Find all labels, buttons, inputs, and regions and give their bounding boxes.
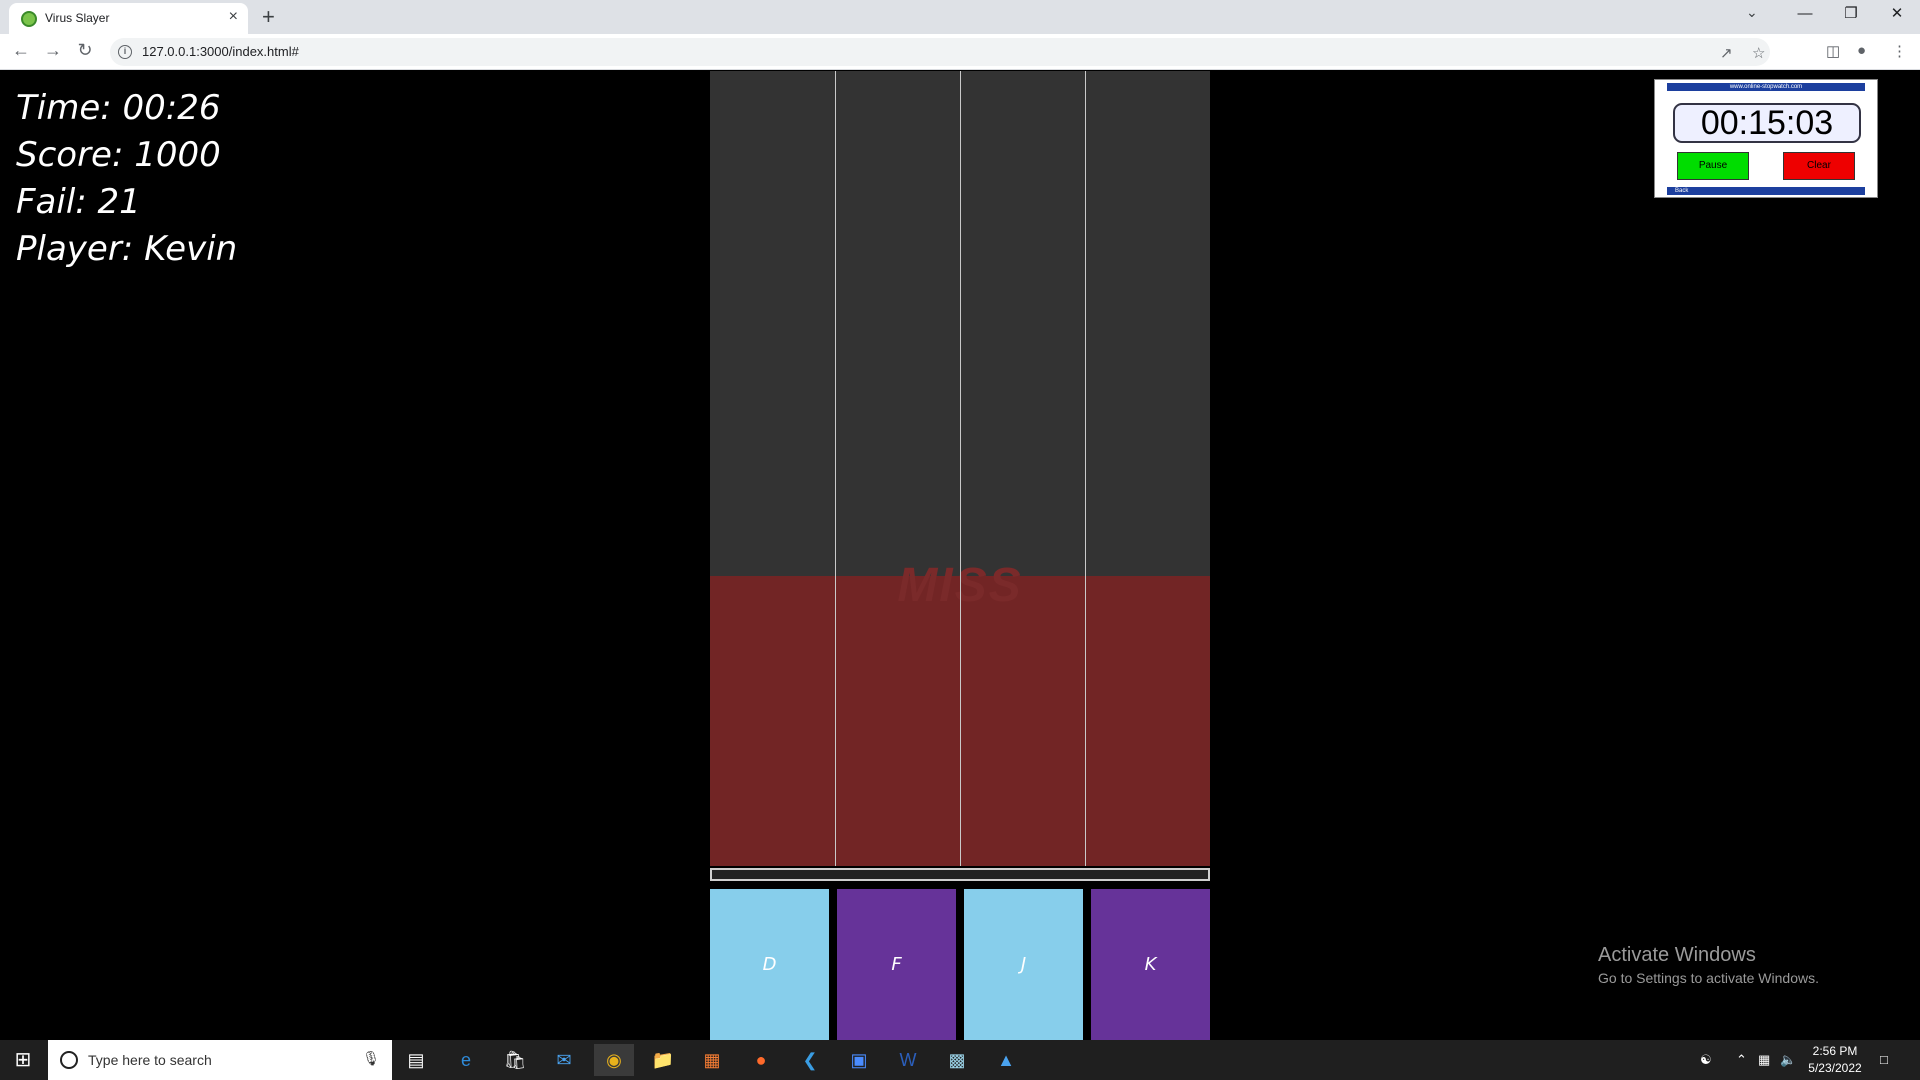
rhythm-playfield[interactable]: MISS D F J K <box>710 71 1210 1040</box>
edge-browser-icon[interactable]: e <box>446 1044 486 1076</box>
profile-avatar-icon[interactable]: ● <box>1857 42 1866 59</box>
stopwatch-clear-button[interactable]: Clear <box>1783 152 1855 180</box>
file-explorer-icon[interactable]: 📁 <box>643 1044 683 1076</box>
stopwatch-display: 00:15:03 <box>1673 103 1861 143</box>
tab-title: Virus Slayer <box>45 11 110 25</box>
lane-key-j[interactable]: J <box>964 889 1083 1040</box>
postman-icon[interactable]: ● <box>741 1044 781 1076</box>
tab-search-chevron-icon[interactable]: ⌄ <box>1746 4 1758 21</box>
windows-taskbar: ⊞ Type here to search 🎙 ▤ e 🛍 ✉ ◉ 📁 ▦ ● … <box>0 1040 1920 1080</box>
windows-start-icon[interactable]: ⊞ <box>0 1040 46 1080</box>
game-page: Time: 00:26 Score: 1000 Fail: 21 Player:… <box>0 71 1920 1040</box>
browser-toolbar: ← → ↻ i 127.0.0.1:3000/index.html# ☆ ↗ ◫… <box>0 34 1920 70</box>
tray-chevron-icon[interactable]: ⌃ <box>1736 1052 1747 1068</box>
cortana-circle-icon <box>60 1051 78 1069</box>
stopwatch-site-banner: www.online-stopwatch.com <box>1667 83 1865 91</box>
taskbar-clock[interactable]: 2:56 PM 5/23/2022 <box>1800 1043 1870 1077</box>
vscode-icon[interactable]: ❮ <box>790 1044 830 1076</box>
hud-panel: Time: 00:26 Score: 1000 Fail: 21 Player:… <box>16 85 237 273</box>
back-arrow-icon[interactable]: ← <box>9 40 33 61</box>
virus-favicon-icon <box>21 11 37 27</box>
taskbar-search-box[interactable]: Type here to search 🎙 <box>48 1040 392 1080</box>
people-icon[interactable]: ☯ <box>1700 1052 1712 1068</box>
microphone-icon[interactable]: 🎙 <box>362 1050 380 1067</box>
notifications-icon[interactable]: □ <box>1880 1052 1888 1067</box>
restore-button[interactable]: ❐ <box>1828 0 1874 30</box>
side-panel-icon[interactable]: ◫ <box>1826 42 1840 60</box>
network-icon[interactable]: ▦ <box>1758 1052 1770 1068</box>
menu-kebab-icon[interactable]: ⋮ <box>1892 42 1907 60</box>
notes-icon[interactable]: ▩ <box>937 1044 977 1076</box>
tab-virus-slayer[interactable]: Virus Slayer × <box>9 3 248 34</box>
clock-time: 2:56 PM <box>1812 1044 1858 1058</box>
task-view-icon[interactable]: ▤ <box>396 1044 436 1076</box>
url-text[interactable]: 127.0.0.1:3000/index.html# <box>142 44 299 59</box>
chrome-icon[interactable]: ◉ <box>594 1044 634 1076</box>
forward-arrow-icon[interactable]: → <box>41 40 65 61</box>
hit-line <box>710 868 1210 881</box>
score-readout: Score: 1000 <box>16 135 221 175</box>
stopwatch-pause-button[interactable]: Pause <box>1677 152 1749 180</box>
fail-readout: Fail: 21 <box>16 182 141 222</box>
new-tab-button[interactable]: + <box>262 4 275 30</box>
zoom-icon[interactable]: ▣ <box>839 1044 879 1076</box>
store-icon[interactable]: 🛍 <box>495 1044 535 1076</box>
photos-icon[interactable]: ▲ <box>986 1044 1026 1076</box>
lane-divider <box>835 71 836 866</box>
xampp-icon[interactable]: ▦ <box>692 1044 732 1076</box>
search-placeholder: Type here to search <box>88 1052 212 1068</box>
reload-icon[interactable]: ↻ <box>73 40 97 61</box>
lane-key-k[interactable]: K <box>1091 889 1210 1040</box>
activate-windows-watermark: Activate Windows Go to Settings to activ… <box>1598 944 1819 986</box>
lane-key-f[interactable]: F <box>837 889 956 1040</box>
tab-close-icon[interactable]: × <box>229 8 238 26</box>
site-info-icon[interactable]: i <box>118 45 132 59</box>
watermark-subtitle: Go to Settings to activate Windows. <box>1598 970 1819 986</box>
watermark-title: Activate Windows <box>1598 944 1756 966</box>
player-readout: Player: Kevin <box>16 229 238 269</box>
clock-date: 5/23/2022 <box>1808 1061 1862 1075</box>
minimize-button[interactable]: — <box>1782 0 1828 30</box>
close-window-button[interactable]: ✕ <box>1874 0 1920 30</box>
word-icon[interactable]: W <box>888 1044 928 1076</box>
browser-tab-strip: Virus Slayer × + ⌄ — ❐ ✕ <box>0 0 1920 34</box>
address-bar[interactable]: i 127.0.0.1:3000/index.html# ☆ ↗ <box>110 38 1770 66</box>
stopwatch-back-link[interactable]: Back <box>1667 187 1865 195</box>
lane-divider <box>1085 71 1086 866</box>
volume-icon[interactable]: 🔈 <box>1780 1052 1796 1068</box>
stopwatch-widget: www.online-stopwatch.com 00:15:03 Pause … <box>1654 79 1878 198</box>
time-readout: Time: 00:26 <box>16 88 221 128</box>
share-icon[interactable]: ↗ <box>1720 44 1733 62</box>
mail-icon[interactable]: ✉ <box>544 1044 584 1076</box>
bookmark-star-icon[interactable]: ☆ <box>1752 44 1765 62</box>
lane-key-d[interactable]: D <box>710 889 829 1040</box>
lane-divider <box>960 71 961 866</box>
